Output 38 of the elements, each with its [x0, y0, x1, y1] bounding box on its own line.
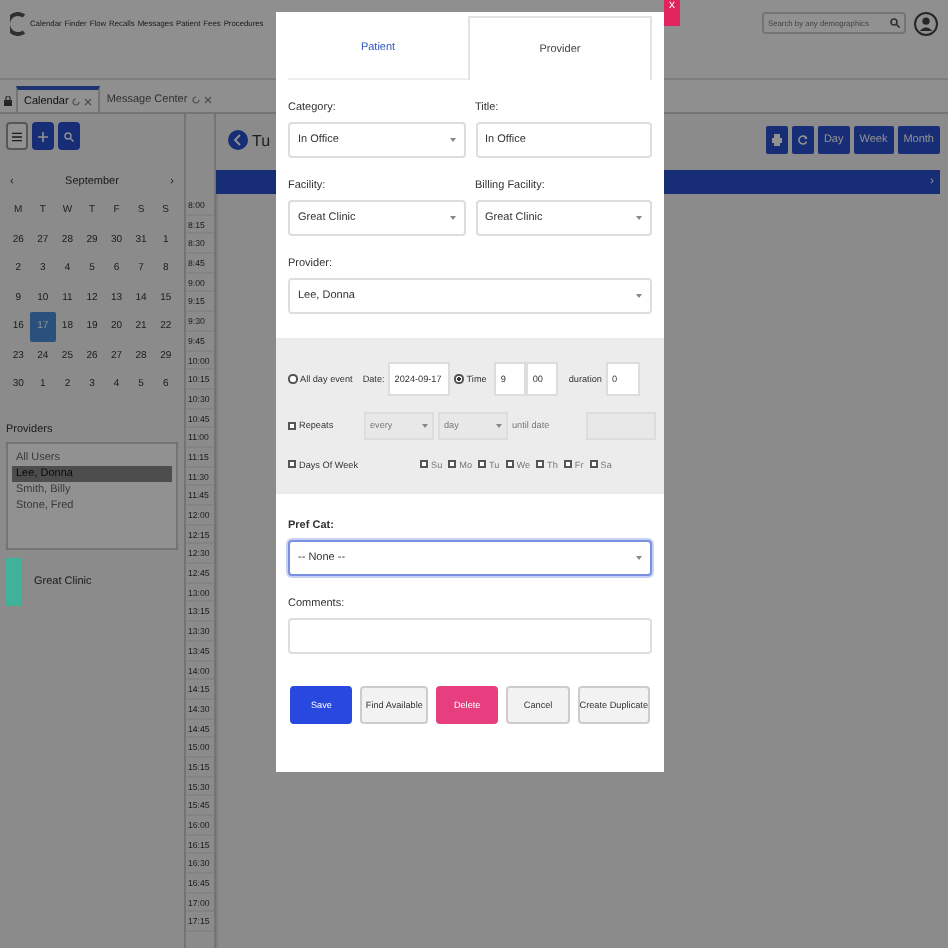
user-avatar-icon[interactable] [914, 12, 938, 36]
checkbox[interactable] [536, 460, 545, 468]
refresh-icon [797, 134, 808, 146]
refresh-icon[interactable] [191, 95, 200, 103]
caret-icon [449, 216, 455, 220]
checkbox[interactable] [288, 421, 296, 429]
print-button[interactable] [765, 126, 788, 154]
refresh-icon[interactable] [72, 97, 81, 105]
checkbox[interactable] [589, 460, 598, 468]
checkbox[interactable] [448, 460, 457, 468]
caret-icon [496, 423, 502, 427]
caret-icon [449, 138, 455, 142]
menu-button[interactable] [6, 122, 28, 150]
search-icon [64, 131, 74, 141]
radio-button[interactable] [288, 374, 297, 384]
close-icon[interactable] [203, 95, 212, 103]
caret-icon [636, 216, 642, 220]
refresh-button[interactable] [791, 126, 814, 154]
checkbox[interactable] [563, 460, 572, 468]
search-button[interactable] [58, 122, 80, 150]
add-button[interactable] [32, 122, 54, 150]
radio-button[interactable] [454, 374, 464, 384]
plus-icon [38, 131, 48, 141]
checkbox[interactable] [505, 460, 514, 468]
caret-icon [636, 556, 642, 560]
lock-icon [4, 96, 12, 106]
day-title: Tu [252, 131, 271, 149]
caret-icon [422, 423, 428, 427]
back-circle-icon[interactable] [228, 130, 248, 150]
comments-field[interactable] [288, 618, 652, 654]
logo-icon[interactable] [10, 12, 26, 36]
checkbox[interactable] [478, 460, 487, 468]
menu-icon [12, 131, 22, 141]
caret-icon [636, 294, 642, 298]
search-icon [890, 18, 900, 28]
checkbox[interactable] [420, 460, 428, 468]
checkbox[interactable] [288, 460, 296, 468]
close-icon[interactable] [84, 97, 93, 105]
